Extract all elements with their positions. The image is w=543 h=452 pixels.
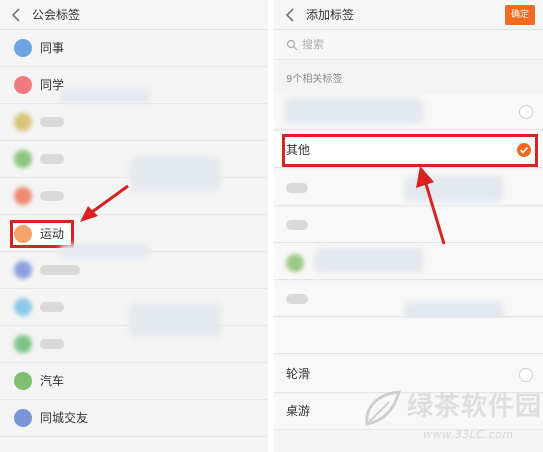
tag-option-blurred[interactable] [274, 170, 543, 206]
tag-label: 桌游 [286, 404, 311, 418]
colleague-icon [14, 39, 32, 57]
blurred-overlay [314, 248, 424, 272]
blurred-label [40, 191, 64, 201]
blurred-label [40, 339, 64, 349]
tag-label: 运动 [40, 227, 65, 241]
tag-option-blurred[interactable] [274, 94, 543, 130]
tag-label: 同城交友 [40, 411, 89, 425]
blurred-label [286, 220, 308, 230]
tag-option-blurred[interactable] [274, 244, 543, 280]
blurred-icon [14, 335, 32, 353]
tag-option-other[interactable]: 其他 [274, 132, 543, 168]
annotation-arrow-icon [416, 166, 446, 245]
highlight-box [282, 134, 538, 167]
tag-item-local-friends[interactable]: 同城交友 [0, 400, 268, 437]
blurred-label [286, 294, 308, 304]
blurred-overlay [60, 89, 150, 103]
tag-item-classmate[interactable]: 同学 [0, 67, 268, 104]
blurred-icon [286, 254, 304, 272]
tag-option-blurred[interactable] [274, 281, 543, 335]
tag-label: 其他 [286, 143, 311, 157]
tag-label: 汽车 [40, 374, 65, 388]
blurred-icon [14, 187, 32, 205]
blurred-icon [14, 298, 32, 316]
search-icon [286, 39, 298, 51]
annotation-arrow-icon [80, 184, 129, 222]
blurred-label [40, 117, 64, 127]
blurred-label [40, 265, 80, 275]
page-title: 添加标签 [306, 8, 355, 22]
radio-unchecked-icon[interactable] [519, 105, 533, 119]
tag-item-blurred[interactable] [0, 141, 268, 191]
search-input[interactable]: 搜索 [302, 38, 324, 52]
back-arrow-icon[interactable] [284, 7, 298, 23]
left-panel: 公会标签 同事 同学 运动 汽车 同城交友 [0, 0, 268, 452]
page-title: 公会标签 [32, 8, 81, 22]
right-top-bar: 添加标签 确定 [274, 0, 543, 30]
blurred-icon [14, 261, 32, 279]
tag-option-boardgame[interactable]: 桌游 [274, 394, 543, 430]
car-icon [14, 372, 32, 390]
tag-item-blurred[interactable] [0, 289, 268, 337]
radio-unchecked-icon[interactable] [519, 368, 533, 382]
blurred-icon [14, 150, 32, 168]
tag-item-car[interactable]: 汽车 [0, 363, 268, 400]
blurred-label [40, 302, 64, 312]
check-selected-icon[interactable] [517, 143, 531, 157]
tag-item-blurred[interactable] [0, 244, 268, 289]
confirm-button[interactable]: 确定 [505, 5, 535, 25]
sports-icon [14, 225, 32, 243]
tag-option-blurred[interactable] [274, 207, 543, 243]
tag-item-colleague[interactable]: 同事 [0, 30, 268, 67]
tag-item-blurred[interactable] [0, 104, 268, 141]
blurred-overlay [284, 98, 424, 124]
blurred-overlay [60, 244, 150, 258]
search-bar[interactable]: 搜索 [274, 30, 543, 60]
right-panel: 添加标签 确定 搜索 9个相关标签 其他 轮滑 桌游 [274, 0, 543, 452]
tag-label: 同事 [40, 41, 65, 55]
blurred-icon [14, 113, 32, 131]
back-arrow-icon[interactable] [10, 7, 24, 23]
tag-label: 同学 [40, 78, 65, 92]
classmate-icon [14, 76, 32, 94]
blurred-label [286, 183, 308, 193]
tag-label: 轮滑 [286, 367, 311, 381]
tag-option-rollerskate[interactable]: 轮滑 [274, 357, 543, 393]
local-friends-icon [14, 409, 32, 427]
blurred-label [40, 154, 64, 164]
related-tags-count: 9个相关标签 [286, 74, 343, 85]
tag-item-blurred[interactable] [0, 326, 268, 363]
left-top-bar: 公会标签 [0, 0, 268, 30]
tag-option-blurred[interactable] [274, 318, 543, 354]
